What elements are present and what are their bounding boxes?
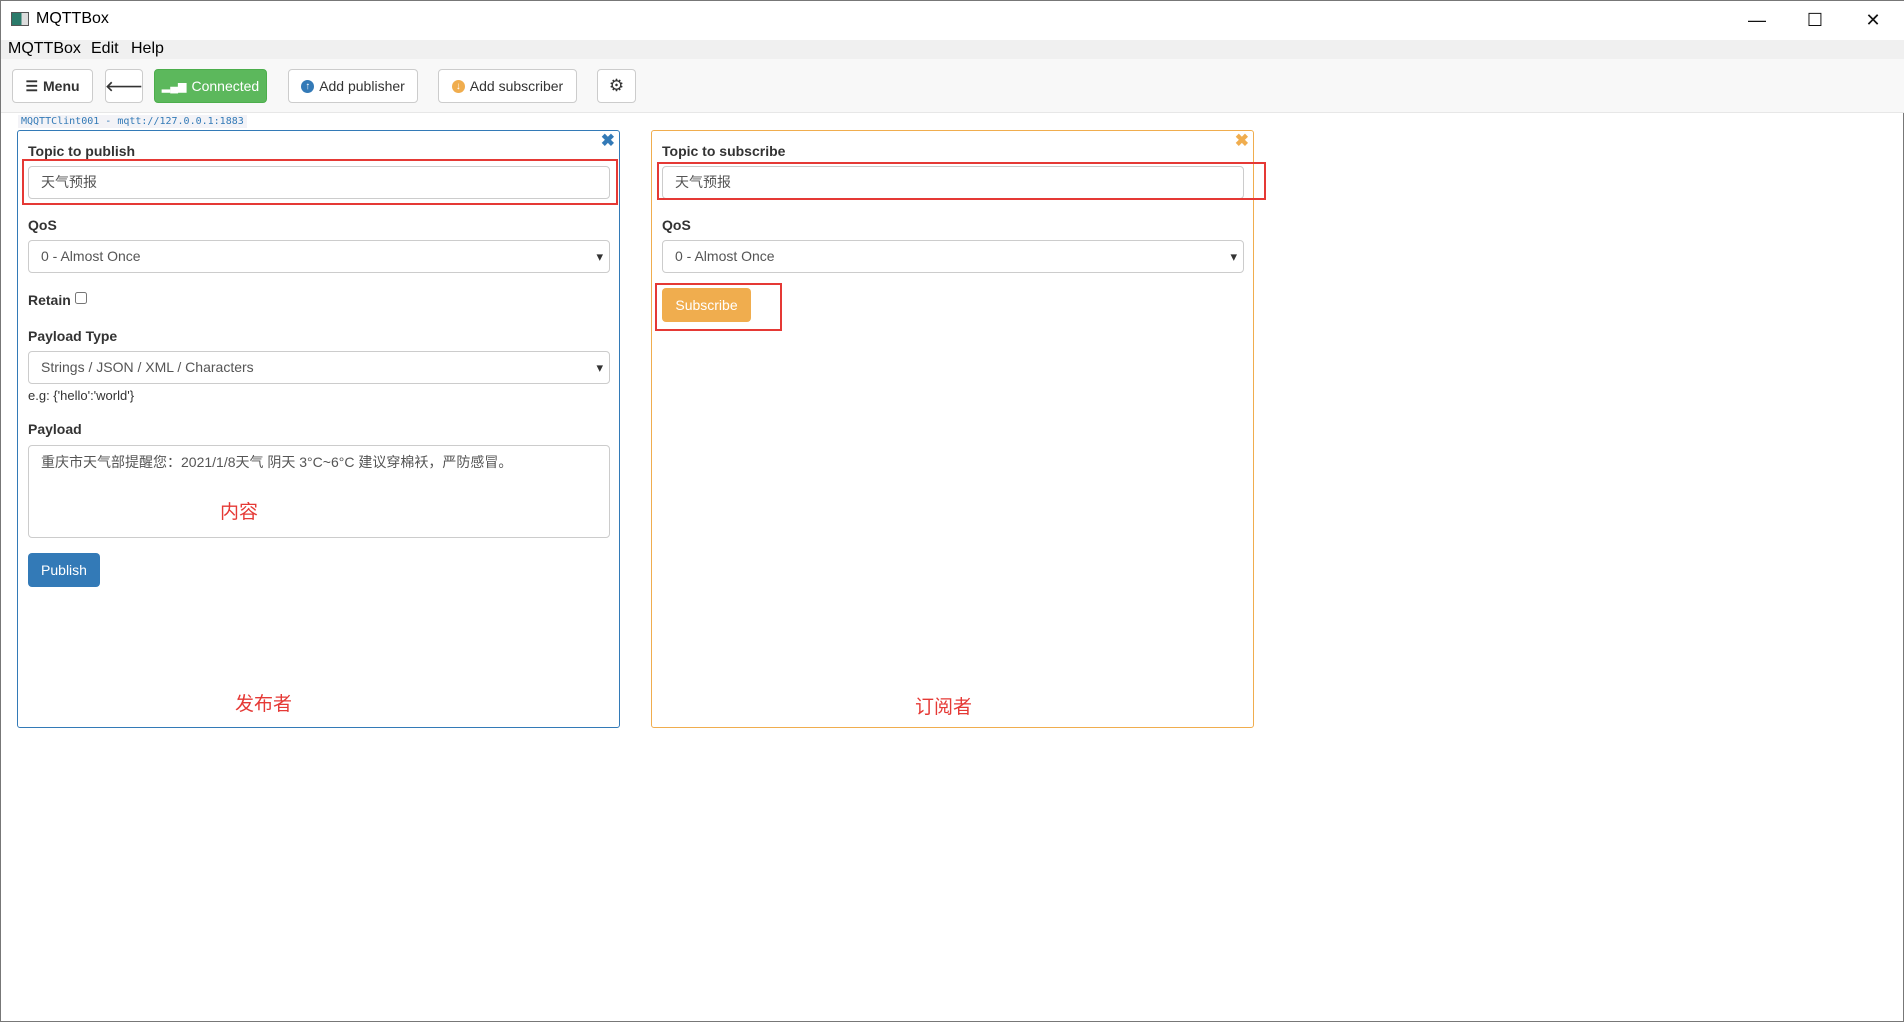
- menu-edit[interactable]: Edit: [91, 40, 119, 58]
- menu-help[interactable]: Help: [131, 40, 164, 58]
- maximize-button[interactable]: ☐: [1795, 7, 1835, 33]
- annotation-box: [22, 159, 618, 205]
- hamburger-icon: ☰: [25, 77, 38, 94]
- topic-label: Topic to subscribe: [662, 143, 786, 159]
- subscriber-panel: ✖ Topic to subscribe 天气预报 QoS 0 - Almost…: [651, 130, 1254, 728]
- publisher-panel: ✖ Topic to publish 天气预报 QoS 0 - Almost O…: [17, 130, 620, 728]
- annotation-box: [655, 283, 782, 331]
- retain-label: Retain: [28, 292, 87, 308]
- connected-button[interactable]: ▂▄▆ Connected: [154, 69, 267, 103]
- payload-label: Payload: [28, 421, 82, 437]
- client-label: MQQTTClint001 - mqtt://127.0.0.1:1883: [18, 115, 247, 128]
- annotation-box: [657, 162, 1266, 200]
- payload-textarea[interactable]: 重庆市天气部提醒您：2021/1/8天气 阴天 3°C~6°C 建议穿棉袄，严防…: [28, 445, 610, 538]
- qos-label: QoS: [28, 217, 57, 233]
- window-title: MQTTBox: [36, 10, 109, 27]
- minimize-button[interactable]: —: [1737, 7, 1777, 33]
- close-icon[interactable]: ✖: [1235, 131, 1249, 151]
- qos-label: QoS: [662, 217, 691, 233]
- annotation-content: 内容: [220, 502, 259, 523]
- menu-button[interactable]: ☰ Menu: [12, 69, 93, 103]
- payload-hint: e.g: {'hello':'world'}: [28, 388, 135, 403]
- add-subscriber-button[interactable]: ↓ Add subscriber: [438, 69, 577, 103]
- publish-button[interactable]: Publish: [28, 553, 100, 587]
- payload-type-select[interactable]: Strings / JSON / XML / Characters: [28, 351, 610, 384]
- add-publisher-button[interactable]: ↑ Add publisher: [288, 69, 418, 103]
- close-button[interactable]: ✕: [1853, 7, 1893, 33]
- settings-button[interactable]: ⚙: [597, 69, 636, 103]
- app-icon: [11, 12, 29, 26]
- menu-bar: MQTTBox Edit Help: [1, 40, 1904, 59]
- title-bar: MQTTBox — ☐ ✕: [1, 1, 1904, 40]
- retain-checkbox[interactable]: [74, 292, 87, 304]
- back-button[interactable]: 🡐: [105, 69, 143, 103]
- topic-label: Topic to publish: [28, 143, 136, 159]
- signal-icon: ▂▄▆: [161, 80, 187, 93]
- toolbar: ☰ Menu 🡐 ▂▄▆ Connected ↑ Add publisher ↓ Add…: [1, 59, 1904, 113]
- qos-select[interactable]: 0 - Almost Once: [662, 240, 1244, 273]
- annotation-publisher: 发布者: [235, 694, 293, 715]
- arrow-down-circle-icon: ↓: [451, 79, 465, 93]
- qos-select[interactable]: 0 - Almost Once: [28, 240, 610, 273]
- arrow-up-circle-icon: ↑: [301, 79, 315, 93]
- menu-mqttbox[interactable]: MQTTBox: [8, 40, 81, 58]
- gear-icon: ⚙: [608, 76, 625, 95]
- payload-type-label: Payload Type: [28, 328, 118, 344]
- close-icon[interactable]: ✖: [601, 131, 615, 151]
- arrow-left-icon: 🡐: [105, 77, 143, 94]
- annotation-subscriber: 订阅者: [915, 697, 973, 718]
